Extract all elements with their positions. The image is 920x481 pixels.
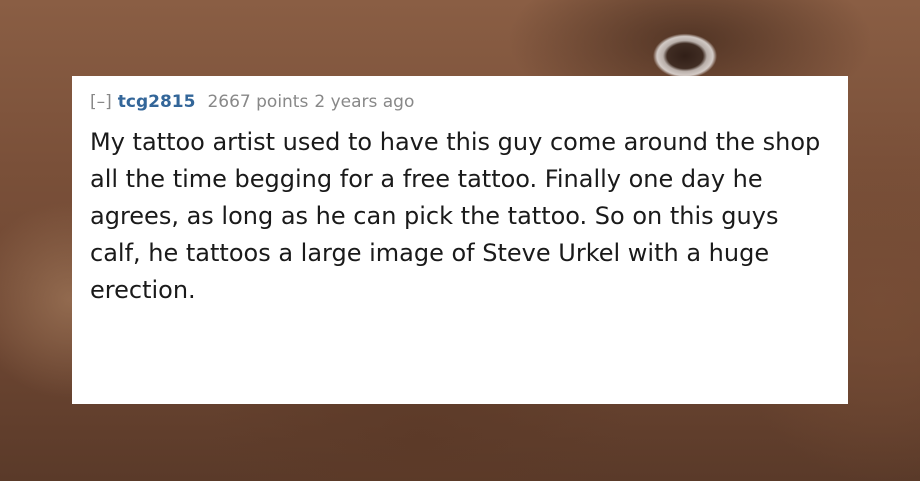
comment-timestamp: 2 years ago	[314, 92, 415, 112]
collapse-toggle-button[interactable]: [–]	[90, 90, 112, 114]
comment-body: My tattoo artist used to have this guy c…	[90, 128, 821, 304]
points-count: 2667 points	[207, 92, 309, 112]
background-eye	[610, 22, 760, 82]
comment-card: [–] tcg2815 2667 points 2 years ago My t…	[72, 76, 848, 404]
comment-meta: [–] tcg2815 2667 points 2 years ago	[90, 90, 830, 114]
author-link[interactable]: tcg2815	[118, 90, 196, 114]
